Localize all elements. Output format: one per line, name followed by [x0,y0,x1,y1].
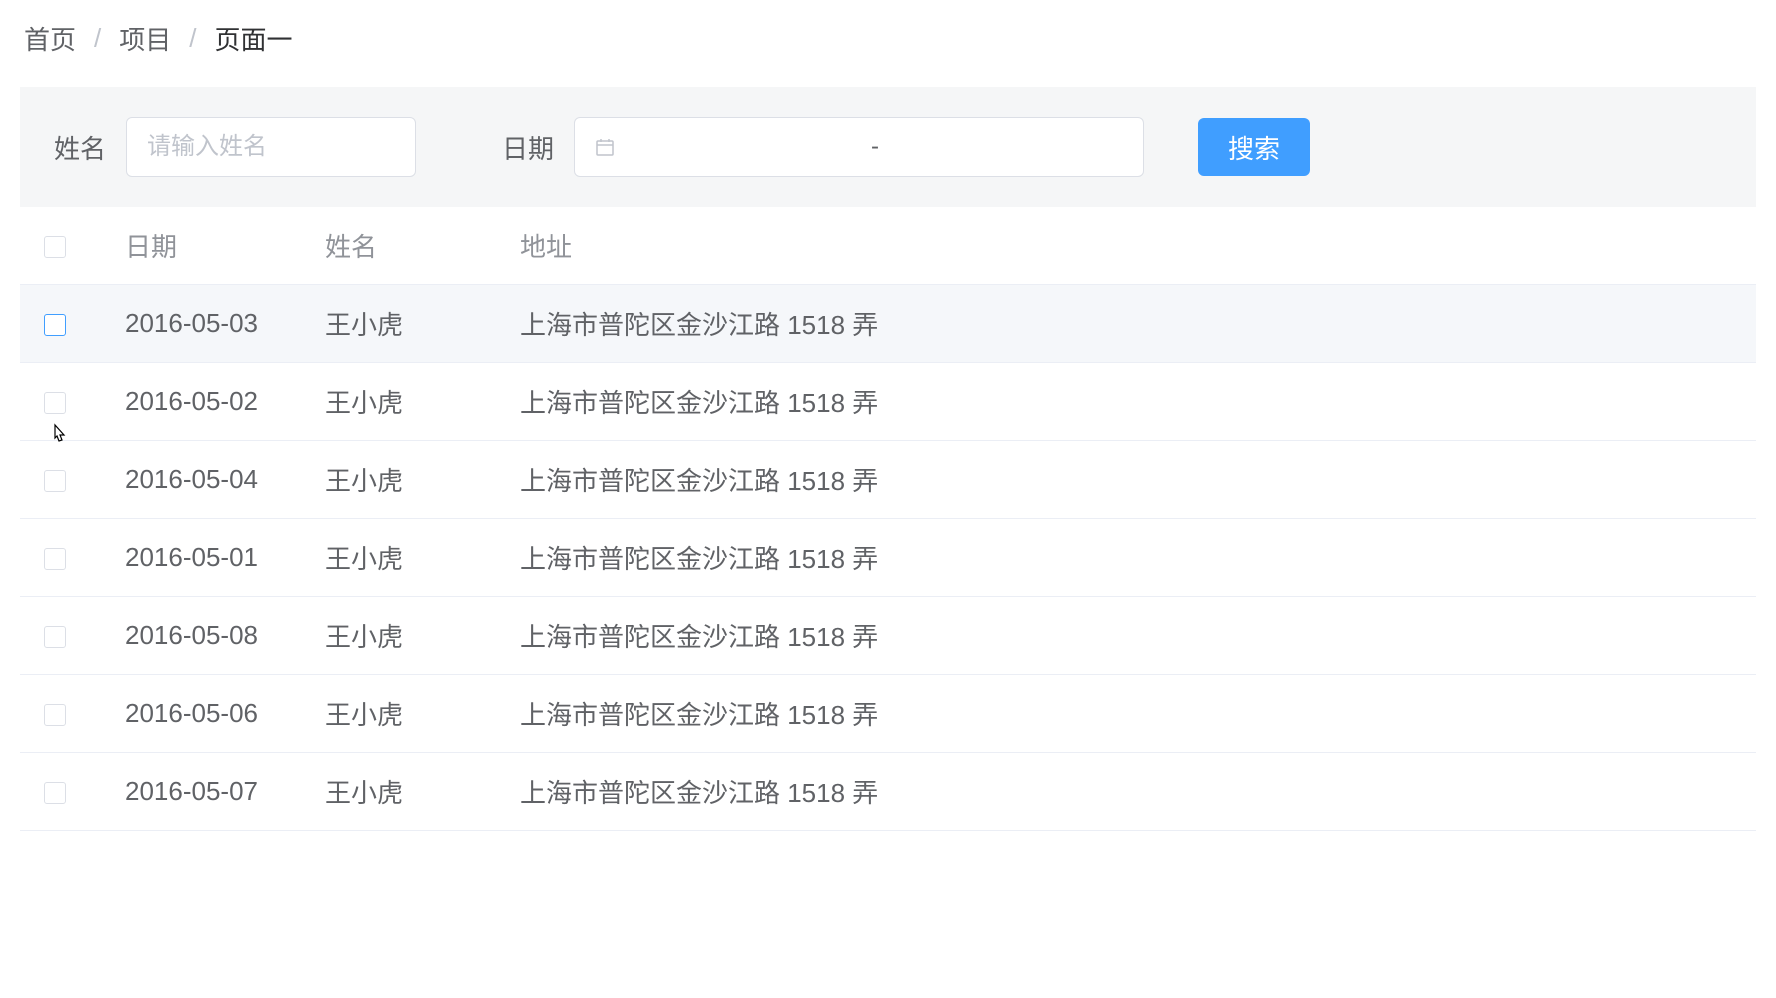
row-checkbox[interactable] [44,470,66,492]
breadcrumb-separator: / [94,23,101,54]
row-checkbox[interactable] [44,392,66,414]
cell-name: 王小虎 [325,441,520,519]
cell-address: 上海市普陀区金沙江路 1518 弄 [520,753,1756,831]
filter-date-group: 日期 - [502,117,1144,177]
column-header-date: 日期 [125,207,325,285]
row-checkbox[interactable] [44,626,66,648]
cell-address: 上海市普陀区金沙江路 1518 弄 [520,285,1756,363]
filter-name-group: 姓名 [54,117,416,177]
cell-name: 王小虎 [325,753,520,831]
row-checkbox[interactable] [44,314,66,336]
cell-name: 王小虎 [325,363,520,441]
row-checkbox[interactable] [44,548,66,570]
name-input[interactable] [126,117,416,177]
cell-address: 上海市普陀区金沙江路 1518 弄 [520,519,1756,597]
cell-name: 王小虎 [325,285,520,363]
cell-name: 王小虎 [325,519,520,597]
cell-address: 上海市普陀区金沙江路 1518 弄 [520,441,1756,519]
breadcrumb: 首页 / 项目 / 页面一 [20,20,1756,57]
data-table: 日期 姓名 地址 2016-05-03王小虎上海市普陀区金沙江路 1518 弄2… [20,207,1756,831]
table-row[interactable]: 2016-05-08王小虎上海市普陀区金沙江路 1518 弄 [20,597,1756,675]
filter-bar: 姓名 日期 - 搜索 [20,87,1756,207]
column-header-name: 姓名 [325,207,520,285]
cell-date: 2016-05-08 [125,597,325,675]
cell-date: 2016-05-02 [125,363,325,441]
row-checkbox[interactable] [44,782,66,804]
breadcrumb-separator: / [189,23,196,54]
date-range-separator: - [627,133,1123,161]
select-all-checkbox[interactable] [44,236,66,258]
cell-date: 2016-05-06 [125,675,325,753]
cell-address: 上海市普陀区金沙江路 1518 弄 [520,597,1756,675]
cell-name: 王小虎 [325,675,520,753]
table-row[interactable]: 2016-05-01王小虎上海市普陀区金沙江路 1518 弄 [20,519,1756,597]
cell-date: 2016-05-01 [125,519,325,597]
cell-date: 2016-05-07 [125,753,325,831]
cell-address: 上海市普陀区金沙江路 1518 弄 [520,675,1756,753]
breadcrumb-project[interactable]: 项目 [119,20,171,57]
date-range-input[interactable]: - [574,117,1144,177]
filter-date-label: 日期 [502,129,554,166]
filter-name-label: 姓名 [54,129,106,166]
table-row[interactable]: 2016-05-03王小虎上海市普陀区金沙江路 1518 弄 [20,285,1756,363]
cell-date: 2016-05-04 [125,441,325,519]
column-header-address: 地址 [520,207,1756,285]
table-row[interactable]: 2016-05-04王小虎上海市普陀区金沙江路 1518 弄 [20,441,1756,519]
breadcrumb-current: 页面一 [215,20,293,57]
cell-date: 2016-05-03 [125,285,325,363]
calendar-icon [595,137,615,157]
table-row[interactable]: 2016-05-02王小虎上海市普陀区金沙江路 1518 弄 [20,363,1756,441]
row-checkbox[interactable] [44,704,66,726]
table-row[interactable]: 2016-05-06王小虎上海市普陀区金沙江路 1518 弄 [20,675,1756,753]
table-row[interactable]: 2016-05-07王小虎上海市普陀区金沙江路 1518 弄 [20,753,1756,831]
search-button[interactable]: 搜索 [1198,118,1310,176]
cell-address: 上海市普陀区金沙江路 1518 弄 [520,363,1756,441]
breadcrumb-home[interactable]: 首页 [24,20,76,57]
cell-name: 王小虎 [325,597,520,675]
